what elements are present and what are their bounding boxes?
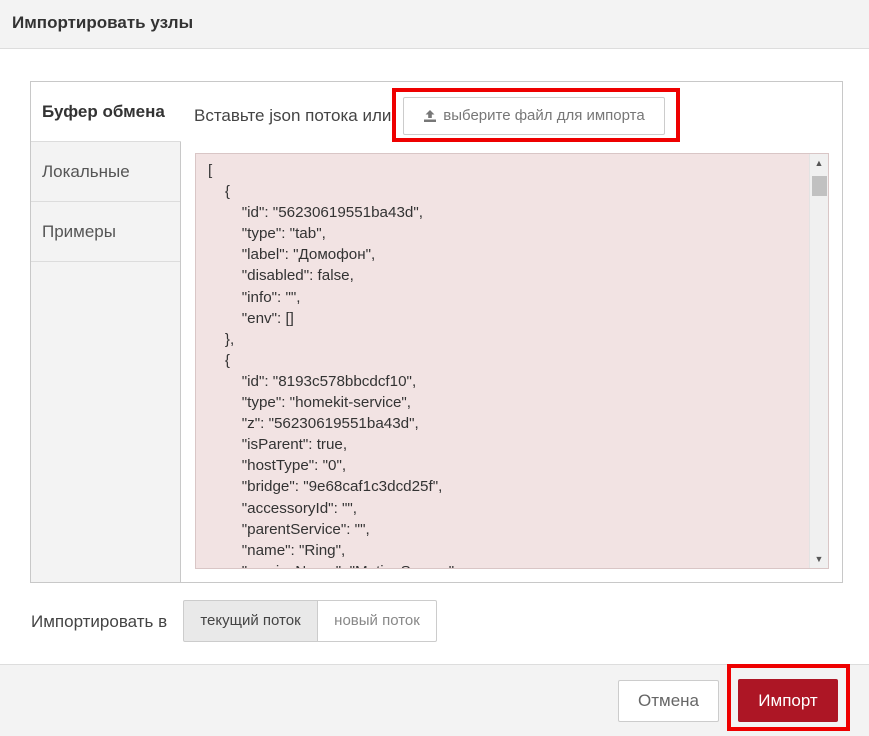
import-button[interactable]: Импорт	[738, 679, 838, 722]
json-editor-content[interactable]: [ { "id": "56230619551ba43d", "type": "t…	[208, 160, 804, 568]
dialog-header: Импортировать узлы	[0, 0, 869, 49]
tab-local[interactable]: Локальные	[31, 142, 180, 202]
json-editor[interactable]: [ { "id": "56230619551ba43d", "type": "t…	[195, 153, 829, 569]
scroll-thumb[interactable]	[812, 176, 827, 196]
paste-json-label: Вставьте json потока или	[194, 106, 392, 125]
upload-icon	[424, 110, 437, 122]
dialog-title: Импортировать узлы	[12, 13, 194, 32]
tab-clipboard[interactable]: Буфер обмена	[31, 82, 181, 142]
editor-scrollbar[interactable]: ▲ ▼	[809, 154, 828, 568]
cancel-button[interactable]: Отмена	[618, 680, 719, 722]
new-flow-toggle[interactable]: новый поток	[317, 600, 437, 642]
current-flow-toggle[interactable]: текущий поток	[183, 600, 318, 642]
tab-examples[interactable]: Примеры	[31, 202, 180, 262]
scroll-up-arrow-icon[interactable]: ▲	[810, 154, 828, 172]
scroll-down-arrow-icon[interactable]: ▼	[810, 550, 828, 568]
select-file-button[interactable]: выберите файл для импорта	[403, 97, 665, 135]
import-to-label: Импортировать в	[31, 612, 168, 631]
select-file-button-label: выберите файл для импорта	[443, 107, 645, 124]
import-panel: Буфер обмена Локальные Примеры Вставьте …	[30, 81, 843, 583]
import-source-tabs: Буфер обмена Локальные Примеры	[31, 82, 181, 582]
